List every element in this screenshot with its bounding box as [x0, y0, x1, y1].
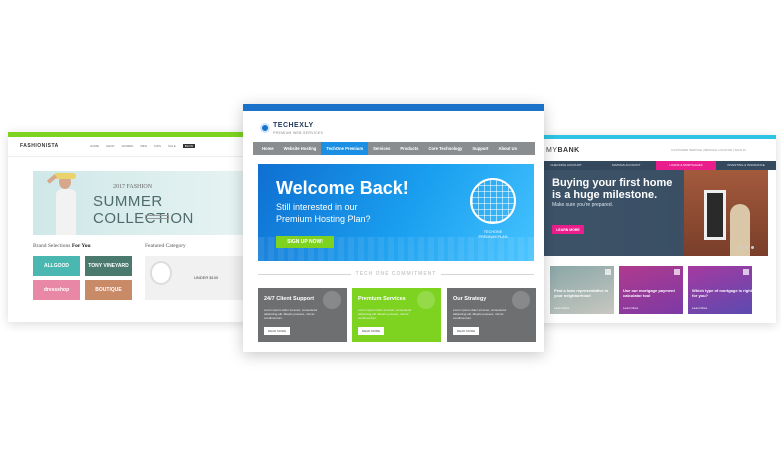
brand-tile[interactable]: dressshop: [33, 280, 80, 300]
feature-title: Premium Services: [358, 296, 406, 302]
tech-site-preview[interactable]: TECHEXLY PREMIUM WEB SERVICES Home Websi…: [243, 104, 544, 352]
feature-box: 24/7 Client Support Lorem ipsum dolor si…: [258, 288, 347, 342]
feature-text: Lorem ipsum dolor sit amet, consectetur …: [264, 308, 318, 320]
featured-tag: UNDER $100: [194, 275, 219, 280]
bank-card-link[interactable]: Learn More: [554, 306, 569, 310]
commitment-divider: TECH ONE COMMITMENT: [258, 270, 535, 278]
tech-hero-subline: Still interested in our Premium Hosting P…: [276, 202, 371, 224]
strategy-icon: [512, 291, 530, 309]
showcase-stage: FASHIONISTA HOME SHOP WOMEN MEN KIDS SAL…: [0, 0, 781, 450]
fashion-nav-item[interactable]: MEN: [140, 144, 147, 148]
fashion-site-preview[interactable]: FASHIONISTA HOME SHOP WOMEN MEN KIDS SAL…: [8, 132, 248, 322]
feature-box: Premium Services Lorem ipsum dolor sit a…: [352, 288, 441, 342]
bank-nav-item[interactable]: SAVINGS ACCOUNT: [596, 161, 656, 170]
support-icon: [323, 291, 341, 309]
bank-nav-item[interactable]: CHECKING ACCOUNT: [536, 161, 596, 170]
feature-text: Lorem ipsum dolor sit amet, consectetur …: [358, 308, 412, 320]
read-more-button[interactable]: READ MORE: [358, 327, 384, 335]
read-more-button[interactable]: READ MORE: [453, 327, 479, 335]
card-icon: [743, 269, 749, 275]
bank-card-title: Which type of mortgage is right for you?: [692, 288, 752, 298]
tech-nav-item[interactable]: Core Technology: [423, 142, 467, 155]
globe-icon: [470, 178, 516, 224]
fashion-nav-item[interactable]: KIDS: [154, 144, 161, 148]
bank-card-title: Use our mortgage payment calculator tool: [623, 288, 675, 298]
globe-logo-icon: [260, 123, 270, 133]
brand-tile[interactable]: TONY VINEYARD: [85, 256, 132, 276]
bank-hero-banner: Buying your first home is a huge mileston…: [544, 170, 768, 256]
bank-card[interactable]: Use our mortgage payment calculator tool…: [619, 266, 683, 314]
tech-nav-item[interactable]: Website Hosting: [279, 142, 322, 155]
bank-learn-more-button[interactable]: LEARN MORE: [552, 225, 584, 234]
card-icon: [605, 269, 611, 275]
fashion-hero-title: SUMMER COLLECTION: [93, 193, 194, 227]
brand-tile[interactable]: BOUTIQUE: [85, 280, 132, 300]
plan-label: TECHONE PREMIUM PLAN: [478, 230, 508, 239]
bank-nav-item[interactable]: INVESTING & INSURANCE: [716, 161, 776, 170]
feature-title: 24/7 Client Support: [264, 296, 315, 302]
bank-hero-title: Buying your first home is a huge mileston…: [552, 177, 673, 201]
fashion-logo[interactable]: FASHIONISTA: [20, 143, 59, 149]
bank-card-link[interactable]: Learn More: [692, 306, 707, 310]
feature-text: Lorem ipsum dolor sit amet, consectetur …: [453, 308, 507, 320]
tech-nav-item[interactable]: Services: [368, 142, 395, 155]
house-image: [684, 170, 768, 256]
bank-card[interactable]: Find a loan representative in your neigh…: [550, 266, 614, 314]
fashion-nav: HOME SHOP WOMEN MEN KIDS SALE BLOG: [90, 144, 196, 148]
fashion-nav-item[interactable]: BLOG: [182, 144, 196, 148]
fashion-nav-item[interactable]: WOMEN: [122, 144, 134, 148]
tech-nav-item[interactable]: Support: [467, 142, 493, 155]
fashion-hero-year: 2017 FASHION: [113, 184, 153, 190]
tech-nav: Home Website Hosting TechOne Premium Ser…: [253, 142, 535, 155]
tech-hero-banner: Welcome Back! Still interested in our Pre…: [258, 164, 534, 261]
sign-up-button[interactable]: SIGN UP NOW!: [276, 236, 334, 248]
carousel-dots[interactable]: [739, 246, 754, 249]
bank-card-link[interactable]: Learn More: [623, 306, 638, 310]
tech-header: TECHEXLY PREMIUM WEB SERVICES: [243, 111, 544, 143]
tech-nav-item[interactable]: Products: [395, 142, 423, 155]
fashion-header: FASHIONISTA HOME SHOP WOMEN MEN KIDS SAL…: [8, 137, 248, 157]
bank-logo[interactable]: MYBANK: [546, 147, 580, 154]
bank-site-preview[interactable]: MYBANK CUSTOMER SERVICE | BRANCH LOCATOR…: [536, 135, 776, 323]
bank-card-title: Find a loan representative in your neigh…: [554, 288, 609, 298]
fashion-hero-banner[interactable]: 2017 FASHION SUMMER COLLECTION: [33, 171, 245, 235]
tech-nav-item[interactable]: About Us: [493, 142, 522, 155]
bank-card[interactable]: Which type of mortgage is right for you?…: [688, 266, 752, 314]
fashion-model-image: [45, 171, 87, 235]
bank-hero-subtitle: Make sure you're prepared.: [552, 202, 613, 208]
fashion-nav-item[interactable]: HOME: [90, 144, 99, 148]
tech-hero-headline: Welcome Back!: [276, 178, 409, 198]
bank-top-links[interactable]: CUSTOMER SERVICE | BRANCH LOCATOR | SIGN…: [671, 148, 746, 152]
tech-nav-item[interactable]: Home: [257, 142, 279, 155]
commitment-heading: TECH ONE COMMITMENT: [355, 271, 437, 277]
fashion-brands-heading: Brand Selections For You: [33, 243, 91, 249]
feature-box: Our Strategy Lorem ipsum dolor sit amet,…: [447, 288, 536, 342]
bank-header: MYBANK CUSTOMER SERVICE | BRANCH LOCATOR…: [536, 139, 776, 161]
tech-logo[interactable]: TECHEXLY: [273, 122, 314, 129]
fashion-nav-item[interactable]: SHOP: [106, 144, 115, 148]
feature-title: Our Strategy: [453, 296, 487, 302]
bank-nav-item[interactable]: LOANS & MORTGAGES: [656, 161, 716, 170]
door-image: [704, 190, 726, 240]
tech-tagline: PREMIUM WEB SERVICES: [273, 131, 324, 135]
fashion-featured-heading: Featured Category: [145, 243, 186, 249]
read-more-button[interactable]: READ MORE: [264, 327, 290, 335]
tools-icon: [417, 291, 435, 309]
fashion-shop-now-button[interactable]: [145, 215, 169, 219]
brand-tile[interactable]: ALLGOOD: [33, 256, 80, 276]
fashion-nav-item[interactable]: SALE: [168, 144, 176, 148]
card-icon: [674, 269, 680, 275]
tech-top-bar: [243, 104, 544, 111]
tech-nav-item[interactable]: TechOne Premium: [321, 142, 369, 155]
bank-nav: CHECKING ACCOUNT SAVINGS ACCOUNT LOANS &…: [536, 161, 776, 170]
handbag-image: [150, 261, 172, 285]
